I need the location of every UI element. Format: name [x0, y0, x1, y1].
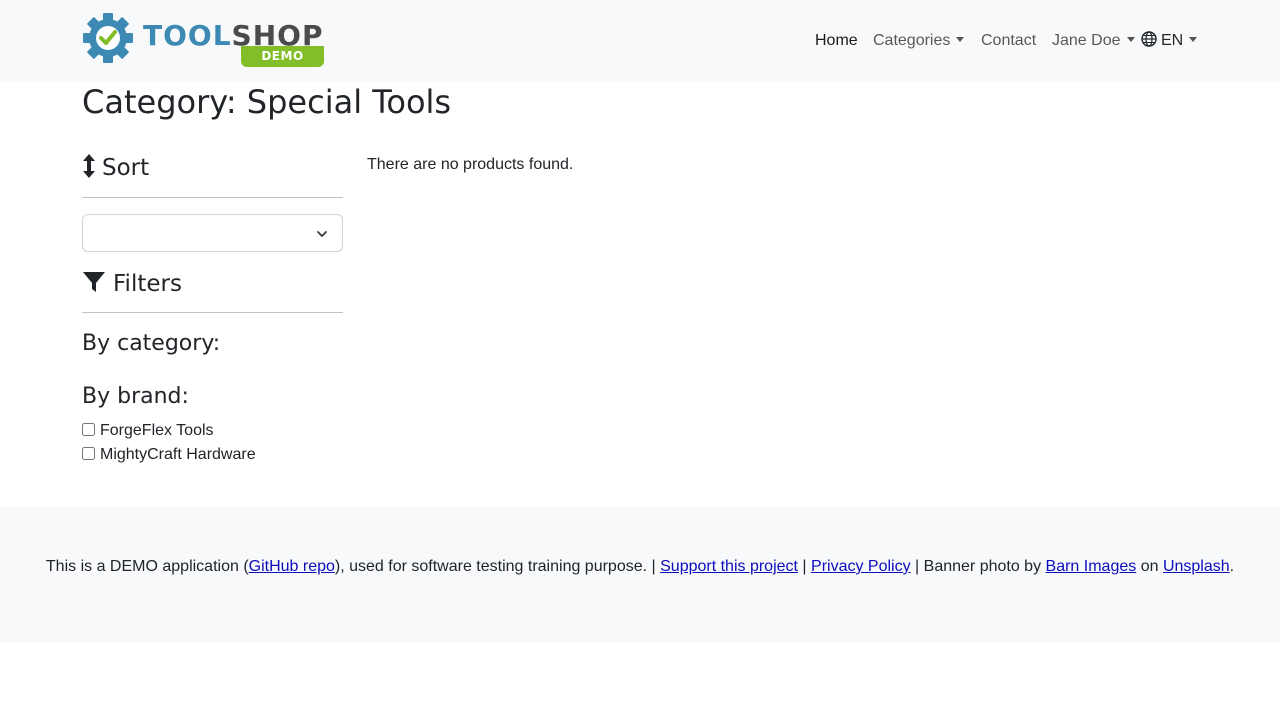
nav-categories-label: Categories — [873, 32, 951, 49]
nav-user-menu[interactable]: Jane Doe — [1052, 29, 1135, 53]
filters-heading: Filters — [82, 268, 182, 300]
brand-checkbox[interactable] — [82, 447, 95, 460]
main-nav: Home Categories Contact Jane Doe EN — [0, 29, 1280, 53]
footer-text: This is a DEMO application (GitHub repo)… — [45, 558, 1235, 575]
sort-heading: Sort — [82, 152, 149, 184]
privacy-policy-link[interactable]: Privacy Policy — [811, 558, 911, 575]
by-brand-heading: By brand: — [82, 384, 189, 409]
nav-contact-link[interactable]: Contact — [981, 29, 1036, 53]
chevron-down-icon — [317, 231, 327, 237]
filter-icon — [83, 272, 105, 292]
sort-arrows-icon — [83, 154, 95, 178]
nav-categories-dropdown[interactable]: Categories — [873, 29, 965, 53]
support-project-link[interactable]: Support this project — [660, 558, 798, 575]
no-products-message: There are no products found. — [367, 156, 574, 173]
by-category-heading: By category: — [82, 331, 221, 356]
nav-home-link[interactable]: Home — [815, 29, 858, 53]
page-title: Category: Special Tools — [82, 83, 452, 121]
footer: This is a DEMO application (GitHub repo)… — [0, 507, 1280, 643]
nav-language-label: EN — [1161, 32, 1184, 49]
unsplash-link[interactable]: Unsplash — [1163, 558, 1230, 575]
sort-divider — [82, 197, 343, 198]
brand-checkbox[interactable] — [82, 423, 95, 436]
globe-icon — [1141, 31, 1157, 47]
brand-filter-mightycraft[interactable]: MightyCraft Hardware — [82, 444, 256, 466]
sort-select[interactable] — [82, 214, 343, 252]
filters-divider — [82, 312, 343, 313]
caret-down-icon — [1126, 37, 1135, 42]
navbar: TOOLSHOP DEMO Home Categories Contact Ja… — [0, 0, 1280, 81]
nav-user-label: Jane Doe — [1052, 32, 1121, 49]
brand-filter-forgeflex[interactable]: ForgeFlex Tools — [82, 420, 214, 442]
caret-down-icon — [1189, 37, 1198, 42]
brand-label: ForgeFlex Tools — [100, 422, 214, 439]
caret-down-icon — [956, 37, 965, 42]
github-repo-link[interactable]: GitHub repo — [249, 558, 335, 575]
nav-language-menu[interactable]: EN — [1141, 29, 1198, 53]
barn-images-link[interactable]: Barn Images — [1046, 558, 1137, 575]
brand-label: MightyCraft Hardware — [100, 446, 256, 463]
